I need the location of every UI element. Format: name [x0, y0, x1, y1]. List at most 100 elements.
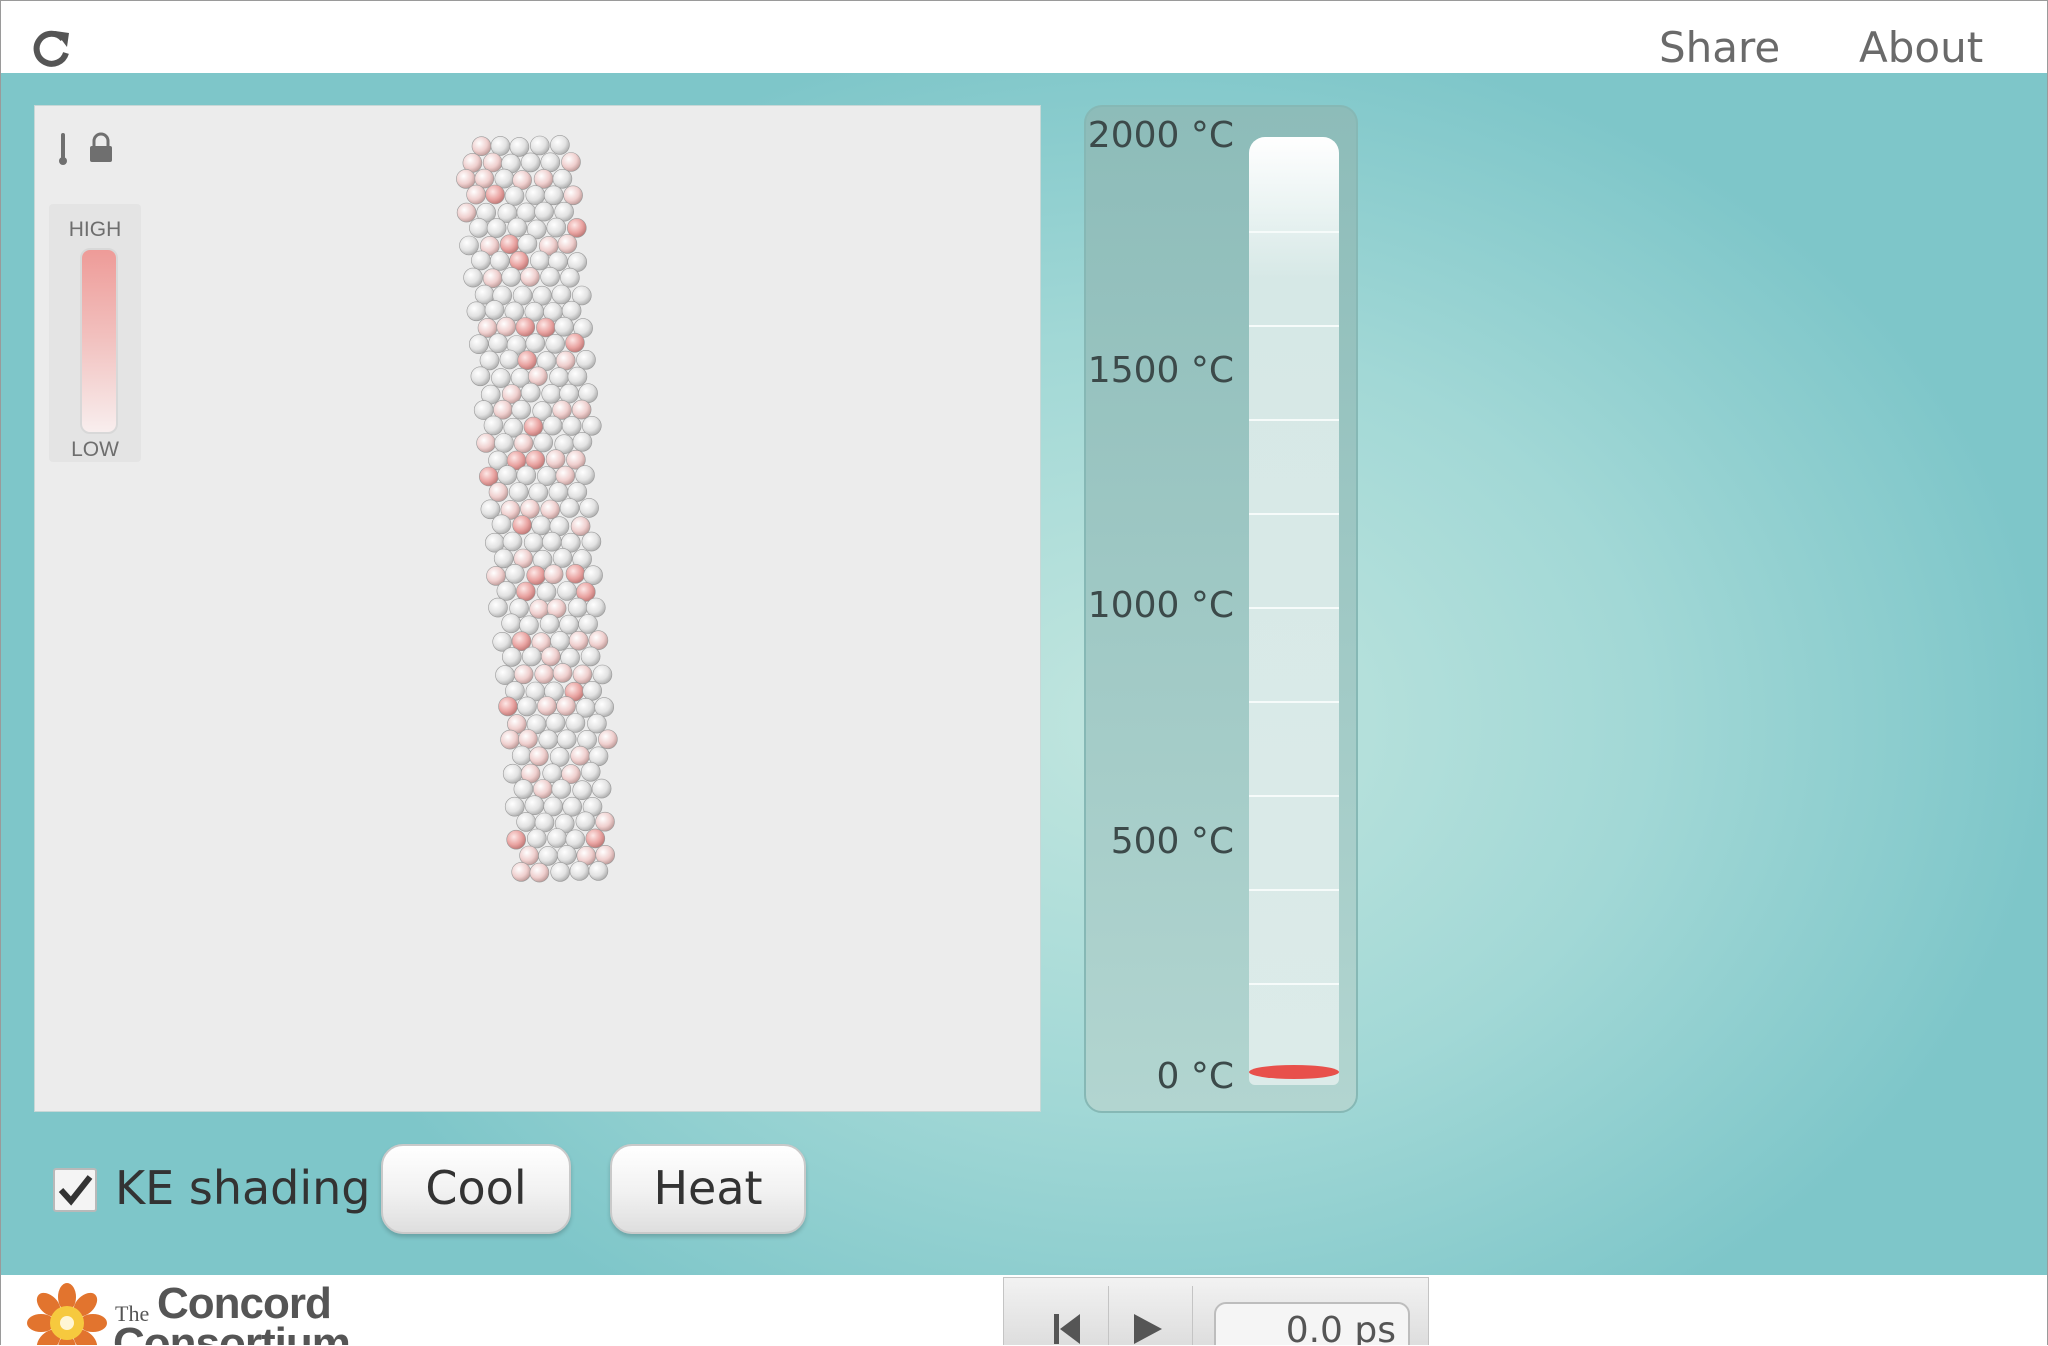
thermometer-icon[interactable] [59, 133, 67, 165]
playback-controls: 0.0 ps [1003, 1277, 1429, 1345]
atom [563, 185, 583, 206]
atom [513, 664, 534, 685]
atom [512, 515, 532, 535]
kinetic-energy-legend: HIGH LOW [49, 204, 141, 462]
atom [565, 713, 586, 733]
atom [569, 861, 590, 881]
interactive-stage: HIGH LOW 2000 °C 1500 °C 1000 °C 500 °C … [1, 73, 2047, 1275]
atom [565, 563, 586, 584]
atom [521, 646, 542, 667]
atom [583, 565, 603, 586]
atom [580, 646, 601, 667]
temp-label-2000: 2000 °C [1087, 115, 1234, 156]
sim-icon-bar [59, 132, 112, 165]
atom [555, 350, 576, 371]
atom [588, 861, 609, 881]
atom [539, 613, 560, 634]
reload-icon[interactable] [29, 27, 73, 71]
atom [540, 152, 561, 173]
atom [466, 301, 487, 322]
atom [493, 548, 514, 569]
atom [505, 563, 525, 584]
atom [523, 532, 544, 553]
atom [529, 746, 549, 767]
top-bar: Share About [1, 1, 2047, 73]
share-link[interactable]: Share [1659, 23, 1780, 72]
simulation-canvas[interactable]: HIGH LOW [34, 105, 1041, 1112]
atom [520, 267, 540, 287]
atom-field [456, 135, 618, 883]
thermometer-mercury [1249, 1065, 1339, 1079]
atom [538, 729, 559, 750]
atom [524, 795, 545, 816]
heat-button[interactable]: Heat [610, 1144, 806, 1234]
atom [518, 729, 538, 749]
atom [581, 531, 602, 552]
ke-shading-checkbox[interactable] [53, 1168, 97, 1212]
atom [469, 218, 489, 238]
atom [513, 779, 534, 799]
atom [545, 449, 566, 470]
atom [533, 432, 554, 453]
atom [565, 333, 585, 353]
atom [557, 234, 578, 254]
atom [580, 761, 601, 782]
atom [488, 482, 509, 502]
atom [494, 433, 514, 453]
thermometer-tick [1249, 325, 1339, 327]
atom [552, 169, 573, 189]
rewind-button[interactable] [1024, 1286, 1109, 1345]
atom [511, 399, 532, 420]
atom [541, 383, 562, 404]
play-button[interactable] [1108, 1286, 1193, 1345]
atom [537, 466, 557, 486]
atom [552, 663, 573, 683]
atom [520, 382, 541, 403]
lock-icon[interactable] [90, 132, 112, 162]
atom [598, 729, 618, 750]
atom [529, 250, 550, 271]
thermometer-tick [1249, 889, 1339, 891]
atom [476, 433, 496, 453]
atom [555, 465, 576, 486]
atom [549, 367, 569, 388]
atom [543, 564, 564, 585]
atom [591, 778, 612, 799]
atom [536, 582, 557, 602]
about-link[interactable]: About [1859, 23, 1983, 72]
atom [526, 565, 547, 586]
atom [490, 136, 511, 156]
atom [534, 664, 555, 684]
atom [531, 515, 551, 536]
legend-high-label: HIGH [68, 218, 122, 241]
ke-shading-label[interactable]: KE shading [115, 1161, 371, 1215]
atom [542, 531, 562, 552]
atom [547, 828, 567, 848]
atom [561, 152, 581, 172]
cool-button[interactable]: Cool [381, 1144, 571, 1234]
atom [570, 745, 590, 766]
atom [545, 334, 566, 354]
atom [509, 137, 530, 157]
atom [552, 548, 573, 568]
atom [575, 465, 595, 485]
atom [463, 267, 483, 288]
atom [525, 333, 546, 353]
legend-gradient-bar [80, 248, 118, 434]
atom [496, 316, 517, 337]
temp-label-1000: 1000 °C [1087, 585, 1234, 626]
atom [504, 186, 525, 206]
atom [534, 201, 554, 222]
atom [587, 713, 607, 734]
thermometer-tick [1249, 607, 1339, 609]
atom [567, 597, 588, 618]
atom [517, 234, 538, 254]
atom [568, 630, 589, 651]
atom [540, 267, 560, 287]
atom [572, 780, 593, 801]
play-icon [1134, 1314, 1162, 1344]
atom [501, 613, 521, 634]
atom [562, 796, 583, 817]
atom [529, 862, 550, 883]
atom [572, 431, 593, 452]
